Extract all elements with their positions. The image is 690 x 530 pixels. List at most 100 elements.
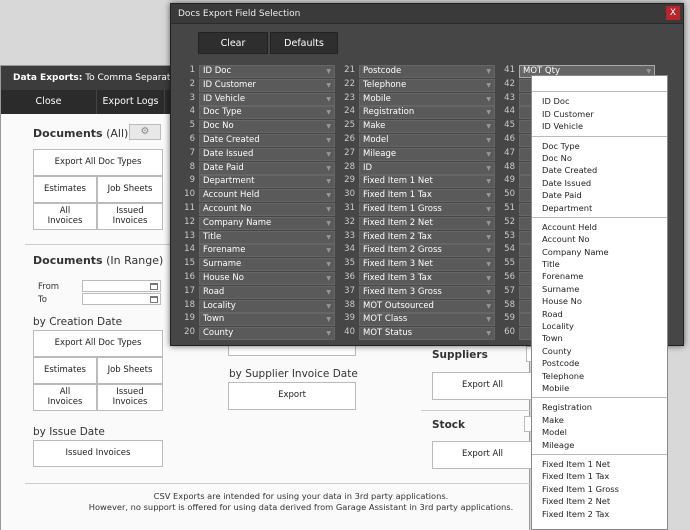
field-select[interactable]: Mileage ▼	[359, 147, 495, 161]
field-select[interactable]: Account Held ▼	[199, 189, 335, 203]
settings-button[interactable]: ⚙	[129, 124, 161, 140]
field-row: 33 Fixed Item 2 Tax ▼	[331, 230, 495, 244]
creation-export-all-button[interactable]: Export All Doc Types	[33, 330, 163, 357]
field-select[interactable]: ID ▼	[359, 161, 495, 175]
field-select[interactable]: ID Vehicle ▼	[199, 92, 335, 106]
field-select[interactable]: House No ▼	[199, 272, 335, 285]
clear-button[interactable]: Clear	[198, 32, 268, 54]
issued-invoices-button[interactable]: Issued Invoices	[97, 203, 163, 230]
field-select[interactable]: MOT Class ▼	[359, 313, 495, 327]
from-date-field[interactable]	[82, 280, 161, 292]
export-all-doc-types-button[interactable]: Export All Doc Types	[33, 149, 163, 176]
field-select[interactable]: Department ▼	[199, 175, 335, 189]
dropdown-option[interactable]: Account No	[532, 233, 667, 245]
field-select[interactable]: Fixed Item 3 Tax ▼	[359, 272, 495, 285]
dropdown-option[interactable]: Fixed Item 2 Tax	[532, 508, 667, 520]
field-select[interactable]: Registration ▼	[359, 106, 495, 120]
field-select-value: Fixed Item 1 Gross	[363, 204, 442, 214]
dropdown-option[interactable]: County	[532, 345, 667, 357]
calendar-icon[interactable]	[150, 296, 158, 303]
dropdown-option[interactable]: Company Name	[532, 246, 667, 258]
field-select[interactable]: Fixed Item 3 Net ▼	[359, 258, 495, 272]
field-select[interactable]: Fixed Item 1 Tax ▼	[359, 189, 495, 203]
dropdown-option[interactable]: Account Held	[532, 221, 667, 233]
dropdown-option[interactable]: Fixed Item 1 Tax	[532, 470, 667, 482]
to-date-field[interactable]	[82, 293, 161, 305]
field-select[interactable]: Fixed Item 1 Net ▼	[359, 175, 495, 189]
dropdown-option[interactable]: Date Paid	[532, 189, 667, 201]
field-select[interactable]: Date Paid ▼	[199, 161, 335, 175]
job-sheets-button[interactable]: Job Sheets	[97, 176, 163, 203]
estimates-button[interactable]: Estimates	[33, 176, 97, 203]
field-select[interactable]: Town ▼	[199, 313, 335, 327]
dropdown-blank-option[interactable]	[532, 76, 667, 88]
dropdown-option[interactable]: Registration	[532, 401, 667, 413]
field-select[interactable]: Mobile ▼	[359, 92, 495, 106]
close-icon[interactable]: X	[666, 6, 680, 20]
field-dropdown-list[interactable]: ID Doc ID Customer ID Vehicle Doc Type Doc N…	[531, 75, 668, 530]
dropdown-option[interactable]: Doc No	[532, 152, 667, 164]
dropdown-option[interactable]: Date Created	[532, 164, 667, 176]
dropdown-option[interactable]: ID Doc	[532, 95, 667, 107]
field-select[interactable]: Surname ▼	[199, 258, 335, 272]
dropdown-option[interactable]: Date Issued	[532, 177, 667, 189]
field-select[interactable]: Fixed Item 3 Gross ▼	[359, 285, 495, 299]
field-select[interactable]: MOT Status ▼	[359, 327, 495, 341]
all-invoices-button[interactable]: All Invoices	[33, 203, 97, 230]
issue-issued-invoices-button[interactable]: Issued Invoices	[33, 440, 163, 467]
creation-estimates-button[interactable]: Estimates	[33, 357, 97, 384]
field-select[interactable]: Telephone ▼	[359, 78, 495, 92]
dropdown-option[interactable]: Fixed Item 2 Net	[532, 495, 667, 507]
dropdown-option[interactable]: Postcode	[532, 357, 667, 369]
dropdown-option[interactable]: Title	[532, 258, 667, 270]
dropdown-option[interactable]: ID Customer	[532, 108, 667, 120]
field-select[interactable]: Title ▼	[199, 230, 335, 244]
field-select[interactable]: Doc No ▼	[199, 120, 335, 134]
dropdown-option[interactable]: Mobile	[532, 382, 667, 394]
field-select[interactable]: Date Issued ▼	[199, 147, 335, 161]
field-select[interactable]: ID Customer ▼	[199, 78, 335, 92]
calendar-icon[interactable]	[150, 283, 158, 290]
dropdown-option[interactable]: Make	[532, 414, 667, 426]
field-select[interactable]: Fixed Item 2 Tax ▼	[359, 230, 495, 244]
field-select[interactable]: Locality ▼	[199, 299, 335, 313]
field-select[interactable]: Road ▼	[199, 285, 335, 299]
dropdown-option[interactable]: Department	[532, 202, 667, 214]
field-select[interactable]: Postcode ▼	[359, 65, 495, 78]
creation-job-sheets-button[interactable]: Job Sheets	[97, 357, 163, 384]
field-select[interactable]: Fixed Item 1 Gross ▼	[359, 203, 495, 216]
field-select[interactable]: Make ▼	[359, 120, 495, 134]
field-select[interactable]: Forename ▼	[199, 244, 335, 258]
field-select[interactable]: County ▼	[199, 327, 335, 341]
field-select[interactable]: ID Doc ▼	[199, 65, 335, 78]
dropdown-option[interactable]: Telephone	[532, 370, 667, 382]
suppliers-export-all-button[interactable]: Export All	[432, 372, 532, 400]
export-logs-button[interactable]: Export Logs	[97, 90, 165, 114]
dropdown-option[interactable]: Town	[532, 332, 667, 344]
dropdown-option[interactable]: Mileage	[532, 439, 667, 451]
field-select[interactable]: MOT Outsourced ▼	[359, 299, 495, 313]
supplier-invoice-export-button[interactable]: Export	[228, 382, 356, 410]
field-select[interactable]: Fixed Item 2 Net ▼	[359, 216, 495, 230]
dropdown-option[interactable]: Surname	[532, 283, 667, 295]
defaults-button[interactable]: Defaults	[270, 32, 338, 54]
dropdown-option[interactable]: Road	[532, 308, 667, 320]
field-select[interactable]: Account No ▼	[199, 203, 335, 216]
field-select[interactable]: Fixed Item 2 Gross ▼	[359, 244, 495, 258]
field-select[interactable]: Doc Type ▼	[199, 106, 335, 120]
dropdown-option[interactable]: Fixed Item 1 Gross	[532, 483, 667, 495]
field-select[interactable]: Company Name ▼	[199, 216, 335, 230]
dropdown-option[interactable]: Locality	[532, 320, 667, 332]
dropdown-option[interactable]: ID Vehicle	[532, 120, 667, 132]
dropdown-option[interactable]: Doc Type	[532, 140, 667, 152]
dropdown-option[interactable]: Model	[532, 426, 667, 438]
dropdown-option[interactable]: Fixed Item 1 Net	[532, 458, 667, 470]
creation-all-invoices-button[interactable]: All Invoices	[33, 384, 97, 411]
field-select[interactable]: Date Created ▼	[199, 134, 335, 147]
stock-export-all-button[interactable]: Export All	[432, 441, 532, 469]
dropdown-option[interactable]: House No	[532, 295, 667, 307]
close-button[interactable]: Close	[1, 90, 97, 114]
creation-issued-invoices-button[interactable]: Issued Invoices	[97, 384, 163, 411]
dropdown-option[interactable]: Forename	[532, 270, 667, 282]
field-select[interactable]: Model ▼	[359, 134, 495, 147]
